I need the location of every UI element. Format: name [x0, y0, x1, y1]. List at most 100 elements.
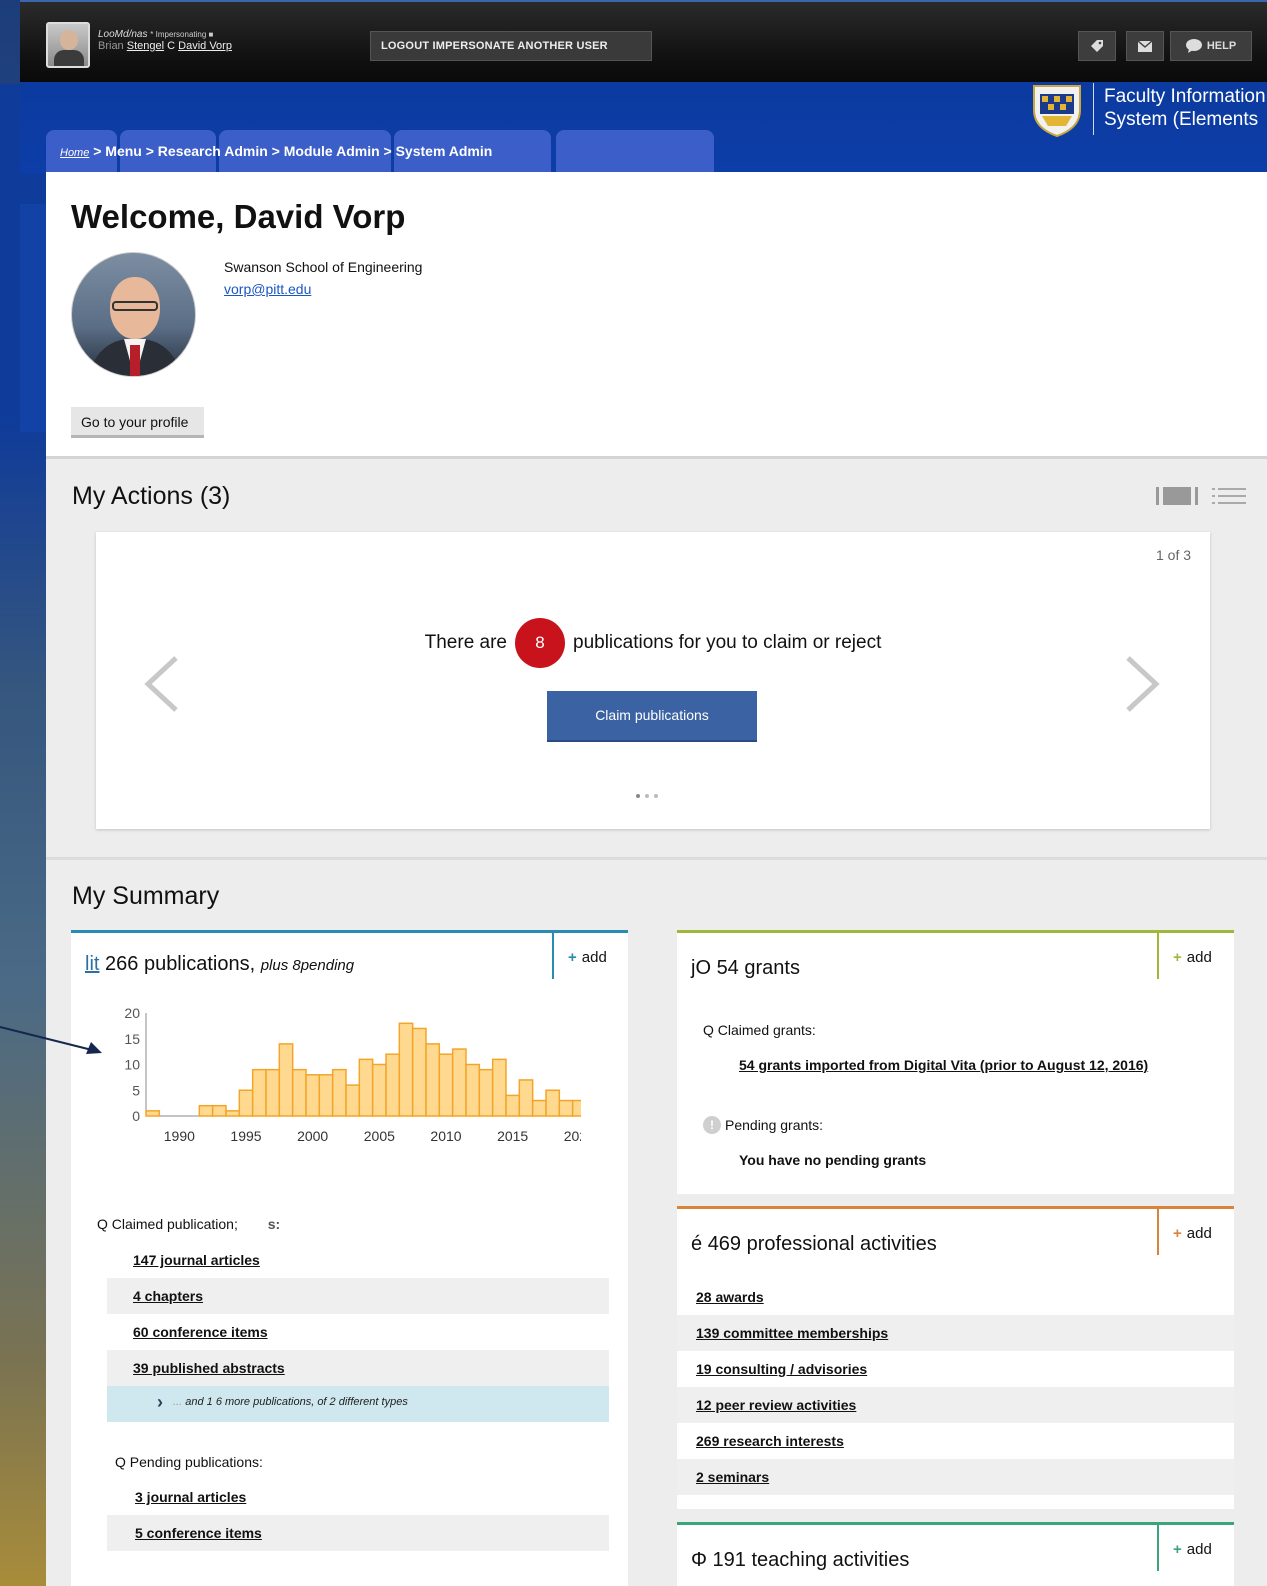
- publications-title: lit 266 publications, plus 8pending: [85, 953, 354, 976]
- carousel-dot[interactable]: [645, 794, 649, 798]
- professional-link[interactable]: 28 awards: [696, 1289, 764, 1305]
- claimed-pub-row[interactable]: 60 conference items: [107, 1314, 609, 1350]
- chart-bar: [518, 1079, 534, 1117]
- chart-bar: [425, 1043, 441, 1117]
- chart-bar: [358, 1058, 374, 1117]
- chart-bar: [371, 1063, 387, 1117]
- pending-pub-row[interactable]: 5 conference items: [107, 1515, 609, 1551]
- claimed-grants-link[interactable]: 54 grants imported from Digital Vita (pr…: [739, 1057, 1148, 1073]
- pending-publications-label: Q Pending publications:: [115, 1454, 263, 1470]
- professional-title: é 469 professional activities: [691, 1233, 937, 1256]
- profile-photo: [71, 252, 196, 377]
- professional-row[interactable]: 12 peer review activities: [677, 1387, 1234, 1423]
- y-tick-label: 0: [132, 1108, 140, 1124]
- professional-link[interactable]: 12 peer review activities: [696, 1397, 856, 1413]
- chart-bar: [385, 1053, 401, 1117]
- professional-link[interactable]: 2 seminars: [696, 1469, 769, 1485]
- claimed-pub-link[interactable]: 4 chapters: [133, 1288, 203, 1304]
- no-pending-grants: You have no pending grants: [739, 1152, 927, 1168]
- add-teaching-button[interactable]: + add: [1157, 1525, 1234, 1571]
- count-badge: 8: [515, 618, 565, 668]
- chart-bar: [238, 1089, 254, 1117]
- tag-button[interactable]: [1078, 31, 1116, 61]
- chart-bar: [278, 1043, 294, 1117]
- more-publications-row[interactable]: › ... and 1 6 more publications, of 2 di…: [107, 1386, 609, 1422]
- info-icon: !: [703, 1116, 721, 1134]
- impersonation-status: LooMd/nas * Impersonating ■: [98, 29, 213, 40]
- tag-icon: [1091, 40, 1103, 52]
- claimed-grants-row[interactable]: 54 grants imported from Digital Vita (pr…: [739, 1047, 1209, 1083]
- chart-bar: [491, 1058, 507, 1117]
- add-publication-button[interactable]: + add: [552, 933, 628, 979]
- chart-bar: [545, 1089, 561, 1117]
- chart-bar: [411, 1027, 427, 1117]
- chart-bar: [478, 1068, 494, 1117]
- pending-pub-link[interactable]: 3 journal articles: [135, 1489, 246, 1505]
- more-publications-text: and 1 6 more publications, of 2 differen…: [185, 1396, 408, 1408]
- university-shield-icon: [1033, 85, 1081, 138]
- breadcrumb-path[interactable]: > Menu > Research Admin > Module Admin >…: [89, 143, 492, 159]
- pending-pub-row[interactable]: 3 journal articles: [107, 1479, 609, 1515]
- school-name: Swanson School of Engineering: [224, 259, 423, 275]
- breadcrumb-home[interactable]: Home: [60, 147, 89, 159]
- user-avatar[interactable]: [46, 22, 90, 68]
- email-link[interactable]: vorp@pitt.edu: [224, 281, 311, 297]
- carousel-dot[interactable]: [636, 794, 640, 798]
- carousel-dot[interactable]: [654, 794, 658, 798]
- list-view-icon[interactable]: [1212, 485, 1246, 507]
- impersonator-link[interactable]: Stengel: [127, 40, 164, 52]
- view-toggle: [1156, 485, 1246, 507]
- chevron-right-icon: ›: [157, 1392, 163, 1412]
- professional-link[interactable]: 19 consulting / advisories: [696, 1361, 867, 1377]
- x-tick-label: 1995: [230, 1128, 261, 1144]
- publications-icon: lit: [85, 953, 100, 975]
- brand-line-2: System (Elements: [1104, 109, 1259, 130]
- claim-message: There are 8 publications for you to claim …: [96, 618, 1210, 668]
- pending-pub-link[interactable]: 5 conference items: [135, 1525, 262, 1541]
- professional-row[interactable]: 2 seminars: [677, 1459, 1234, 1495]
- x-tick-label: 2010: [430, 1128, 461, 1144]
- claimed-pub-row[interactable]: 4 chapters: [107, 1278, 609, 1314]
- chart-bar: [331, 1068, 347, 1117]
- mail-button[interactable]: [1126, 31, 1164, 61]
- logout-impersonate-button[interactable]: LOGOUT IMPERSONATE ANOTHER USER: [370, 31, 652, 61]
- add-professional-button[interactable]: + add: [1157, 1209, 1234, 1255]
- y-tick-label: 15: [124, 1031, 140, 1047]
- teaching-activities-box: + add Φ 191 teaching activities: [677, 1522, 1234, 1586]
- x-tick-label: 2000: [297, 1128, 328, 1144]
- professional-link[interactable]: 139 committee memberships: [696, 1325, 888, 1341]
- publications-count: 266 publications,: [105, 953, 256, 975]
- my-summary-section: My Summary + add lit 266 publications, pl…: [46, 860, 1267, 1586]
- pending-grants-text: Pending grants:: [725, 1117, 824, 1133]
- tab-system-admin[interactable]: [556, 130, 714, 172]
- plus-icon: +: [1173, 1225, 1182, 1242]
- pager: 1 of 3: [1156, 547, 1192, 563]
- help-button[interactable]: HELP: [1170, 31, 1252, 61]
- claimed-publications-suffix: s:: [267, 1216, 281, 1232]
- card-view-icon[interactable]: [1156, 485, 1198, 507]
- teaching-title: Φ 191 teaching activities: [691, 1549, 909, 1572]
- x-tick-label: 2020: [564, 1128, 581, 1144]
- professional-row[interactable]: 19 consulting / advisories: [677, 1351, 1234, 1387]
- chart-bar: [251, 1068, 267, 1117]
- impersonated-user-link[interactable]: David Vorp: [178, 40, 232, 52]
- add-grant-button[interactable]: + add: [1157, 933, 1234, 979]
- background-strip: [0, 84, 48, 1586]
- claimed-pub-row[interactable]: 39 published abstracts: [107, 1350, 609, 1386]
- claimed-pub-link[interactable]: 147 journal articles: [133, 1252, 260, 1268]
- claim-publications-button[interactable]: Claim publications: [547, 691, 757, 742]
- publications-chart: 0 5 10 15 20 1990 1995 2000 2005 2010 2015 2020: [124, 1005, 581, 1144]
- go-to-profile-button[interactable]: Go to your profile: [71, 407, 204, 438]
- professional-row[interactable]: 269 research interests: [677, 1423, 1234, 1459]
- claimed-pub-link[interactable]: 60 conference items: [133, 1324, 268, 1340]
- claimed-pub-link[interactable]: 39 published abstracts: [133, 1360, 285, 1376]
- professional-row[interactable]: 139 committee memberships: [677, 1315, 1234, 1351]
- professional-row[interactable]: 28 awards: [677, 1279, 1234, 1315]
- claimed-pub-row[interactable]: 147 journal articles: [107, 1242, 609, 1278]
- impersonation-names: Brian Stengel C David Vorp: [98, 40, 232, 52]
- grants-title: jO 54 grants: [691, 957, 800, 980]
- x-tick-label: 2005: [364, 1128, 395, 1144]
- professional-activities-box: + add é 469 professional activities 28 aw…: [677, 1206, 1234, 1509]
- professional-link[interactable]: 269 research interests: [696, 1433, 844, 1449]
- claimed-publications-text: Q Claimed publication;: [97, 1216, 238, 1232]
